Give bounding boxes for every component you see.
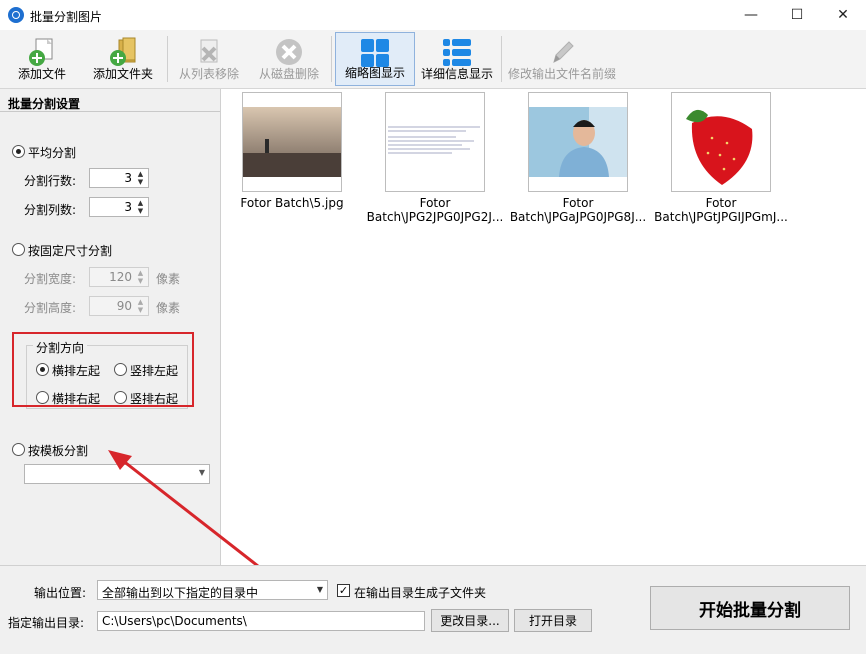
open-dir-button[interactable]: 打开目录 xyxy=(514,609,592,632)
output-dir-input[interactable]: C:\Users\pc\Documents\ xyxy=(97,611,425,631)
output-location-value: 全部输出到以下指定的目录中 xyxy=(102,586,259,600)
arrow-head-icon xyxy=(108,450,132,470)
arrow-line xyxy=(121,458,259,568)
output-location-label: 输出位置: xyxy=(34,586,87,600)
output-location-select[interactable]: 全部输出到以下指定的目录中 ▼ xyxy=(97,580,328,600)
output-dir-label: 指定输出目录: xyxy=(8,616,85,630)
subfolder-checkbox[interactable]: ✓ xyxy=(337,584,350,597)
chevron-down-icon: ▼ xyxy=(316,585,323,594)
start-batch-split-button[interactable]: 开始批量分割 xyxy=(650,586,850,630)
subfolder-label: 在输出目录生成子文件夹 xyxy=(354,586,487,600)
annotation-arrow xyxy=(108,450,259,568)
change-dir-button[interactable]: 更改目录... xyxy=(431,609,509,632)
